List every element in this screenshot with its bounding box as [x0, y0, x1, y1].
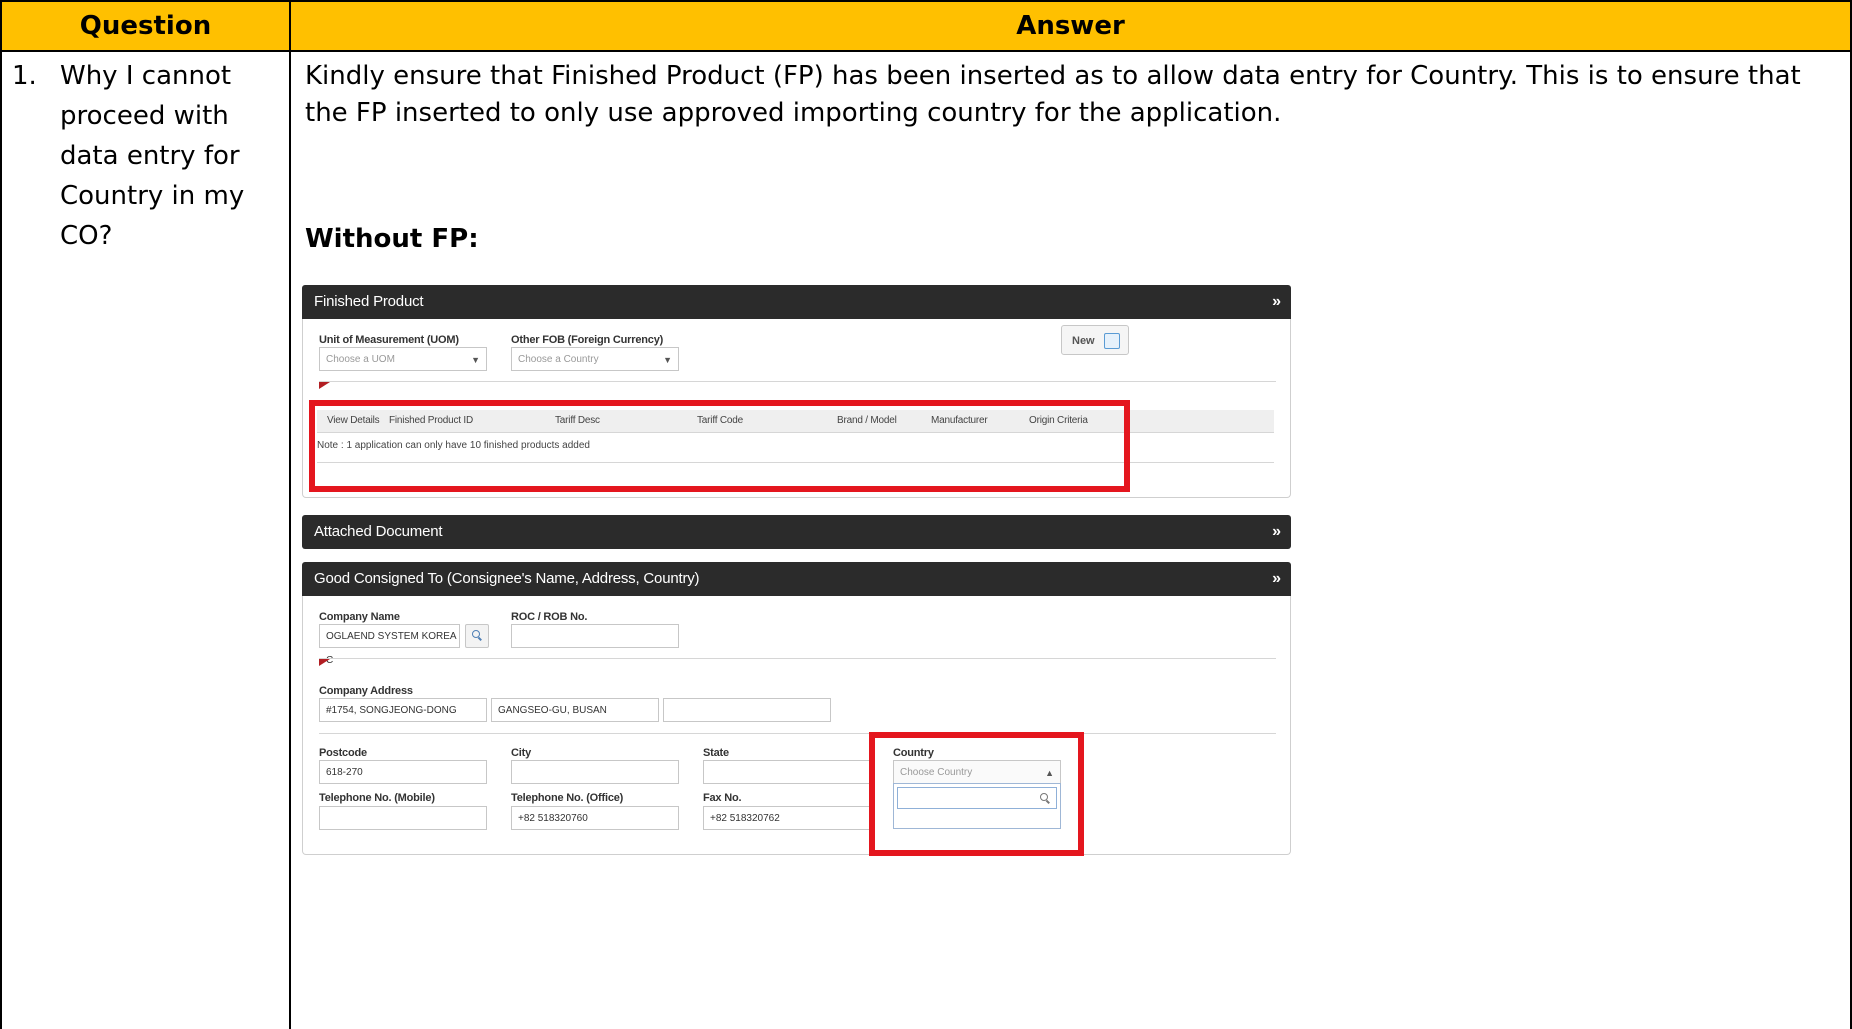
fax-input[interactable]: +82 518320762 [703, 806, 871, 830]
consignee-panel: Company Name OGLAEND SYSTEM KOREA C ROC … [302, 596, 1291, 855]
uom-select[interactable]: Choose a UOM ▼ [319, 347, 487, 371]
company-name-input[interactable]: OGLAEND SYSTEM KOREA C [319, 624, 460, 666]
embedded-screenshot: Finished Product » Unit of Measurement (… [302, 285, 1291, 961]
country-highlight [869, 732, 1084, 856]
office-phone-label: Telephone No. (Office) [511, 792, 624, 804]
mobile-input[interactable] [319, 806, 487, 830]
divider [319, 733, 1276, 734]
company-address-label: Company Address [319, 685, 413, 697]
divider [319, 381, 1276, 382]
section-flag-icon [319, 659, 330, 666]
attached-document-title: Attached Document [314, 523, 443, 540]
state-input[interactable] [703, 760, 871, 784]
address-line1-input[interactable]: #1754, SONGJEONG-DONG [319, 698, 487, 722]
finished-product-panel-header[interactable]: Finished Product » [302, 285, 1291, 319]
uom-label: Unit of Measurement (UOM) [319, 334, 459, 346]
collapse-chevron-icon[interactable]: » [1272, 515, 1281, 549]
fax-label: Fax No. [703, 792, 742, 804]
question-text: Why I cannot proceed with data entry for… [60, 61, 245, 251]
office-phone-input[interactable]: +82 518320760 [511, 806, 679, 830]
question-number: 1. [12, 61, 37, 91]
faq-table: Question Answer 1. Why I cannot proceed … [0, 0, 1852, 1029]
question-cell: 1. Why I cannot proceed with data entry … [0, 50, 291, 1029]
address-line3-input[interactable] [663, 698, 831, 722]
question-header: Question [0, 0, 291, 52]
mobile-label: Telephone No. (Mobile) [319, 792, 435, 804]
table-header-row: Question Answer [0, 0, 1852, 52]
answer-text: Kindly ensure that Finished Product (FP)… [305, 61, 1801, 128]
city-input[interactable] [511, 760, 679, 784]
roc-input[interactable] [511, 624, 679, 648]
chevron-down-icon: ▼ [471, 355, 480, 365]
fob-placeholder: Choose a Country [518, 354, 599, 365]
attached-document-panel-header[interactable]: Attached Document » [302, 515, 1291, 549]
answer-subheading: Without FP: [305, 224, 479, 254]
finished-product-title: Finished Product [314, 293, 424, 310]
collapse-chevron-icon[interactable]: » [1272, 562, 1281, 596]
consignee-panel-header[interactable]: Good Consigned To (Consignee's Name, Add… [302, 562, 1291, 596]
collapse-chevron-icon[interactable]: » [1272, 285, 1281, 319]
postcode-input[interactable]: 618-270 [319, 760, 487, 784]
divider [319, 658, 1276, 659]
add-document-icon [1104, 333, 1120, 349]
uom-placeholder: Choose a UOM [326, 354, 395, 365]
new-button[interactable]: New [1061, 325, 1129, 355]
faq-row: 1. Why I cannot proceed with data entry … [0, 50, 1852, 1029]
company-name-label: Company Name [319, 611, 400, 623]
city-label: City [511, 747, 531, 759]
answer-header: Answer [289, 0, 1852, 52]
postcode-label: Postcode [319, 747, 367, 759]
roc-label: ROC / ROB No. [511, 611, 588, 623]
state-label: State [703, 747, 729, 759]
section-flag-icon [319, 382, 330, 389]
chevron-down-icon: ▼ [663, 355, 672, 365]
address-line2-input[interactable]: GANGSEO-GU, BUSAN [491, 698, 659, 722]
fob-country-select[interactable]: Choose a Country ▼ [511, 347, 679, 371]
fob-label: Other FOB (Foreign Currency) [511, 334, 664, 346]
answer-cell: Kindly ensure that Finished Product (FP)… [289, 50, 1852, 1029]
new-button-label: New [1072, 335, 1095, 347]
consignee-title: Good Consigned To (Consignee's Name, Add… [314, 570, 700, 587]
finished-product-highlight [309, 400, 1130, 492]
company-search-button[interactable] [465, 624, 489, 648]
search-icon [472, 630, 480, 638]
